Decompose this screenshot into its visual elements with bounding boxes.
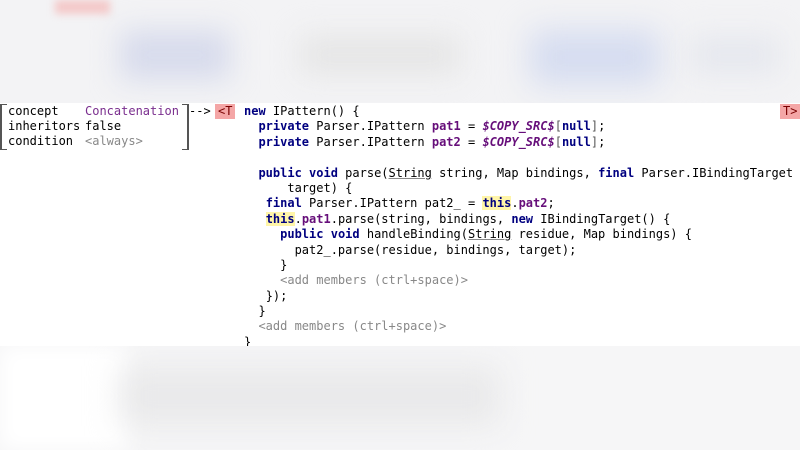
code-text: .parse(string, bindings, [330,211,512,226]
this-keyword: this [482,196,512,211]
condition-value[interactable]: <always> [85,134,143,148]
code-text: }); [265,288,288,303]
keyword: void [330,227,360,242]
keyword: new [244,104,266,118]
code-text: Parser.IPattern [309,119,432,134]
field-name: pat1 [431,119,461,134]
concept-value[interactable]: Concatenation [85,104,179,118]
field-name: pat2 [431,134,461,149]
concept-properties-panel: concept Concatenation inheritors false con… [0,104,189,150]
bracket: [ [554,119,562,134]
keyword: private [258,134,310,149]
code-line: new IPattern() { [244,104,784,119]
code-text: ; [598,119,606,134]
concept-key: concept [8,104,59,118]
code-text: string, Map bindings, [431,165,599,180]
code-line: private Parser.IPattern pat2 = $COPY_SRC… [244,135,784,150]
code-text: ; [598,134,606,149]
code-text: Parser.IPattern pat2_ = [301,196,483,211]
blurred-background-bottom [0,346,800,450]
template-open-marker[interactable]: <T [215,104,236,119]
copy-src-macro[interactable]: $COPY_SRC$ [482,119,554,133]
bracket: ] [590,134,599,149]
code-text: = [460,134,483,149]
type-name: String [468,227,512,242]
code-text: residue, Map bindings) { [511,227,692,242]
copy-src-macro[interactable]: $COPY_SRC$ [482,135,554,149]
code-text: } [258,304,266,319]
code-line: } [244,258,784,273]
code-editor[interactable]: new IPattern() { private Parser.IPattern… [244,104,793,350]
code-line: public void parse(String string, Map bin… [244,165,793,181]
code-line: final Parser.IPattern pat2_ = this.pat2; [244,196,784,211]
code-line: <add members (ctrl+space)> [244,273,784,288]
code-text: ; [547,196,555,211]
code-text: } [280,257,288,272]
condition-key: condition [8,134,74,148]
keyword: final [265,196,302,211]
code-text: . [511,196,519,211]
condition-row: condition <always> [8,134,143,149]
keyword: public [280,227,324,242]
code-line: target) { [244,181,784,196]
add-members-hint[interactable]: <add members (ctrl+space)> [258,319,446,333]
bracket: [ [554,134,562,149]
code-text: handleBinding( [359,227,468,242]
inheritors-value[interactable]: false [85,119,121,133]
code-text: target) { [287,180,353,195]
keyword: public [258,165,302,180]
keyword: null [561,134,591,149]
keyword: void [309,165,338,180]
code-text: . [294,211,302,226]
mapping-arrow: --> [189,104,211,118]
inheritors-row: inheritors false [8,119,121,134]
code-text: IPattern() { [265,104,360,118]
bracket: ] [590,119,599,134]
keyword: final [598,165,635,180]
inheritors-key: inheritors [8,119,81,133]
keyword: private [258,119,310,134]
code-text: pat2_.parse(residue, bindings, target); [294,242,577,257]
code-text: = [460,119,483,134]
code-line: private Parser.IPattern pat1 = $COPY_SRC… [244,119,784,134]
code-line: } [244,304,784,319]
field-name: pat2 [518,196,548,211]
code-line: pat2_.parse(residue, bindings, target); [244,243,784,258]
field-name: pat1 [301,211,331,226]
code-text: Parser.IPattern [309,134,432,149]
code-text: IBindingTarget() { [533,211,671,226]
code-line: <add members (ctrl+space)> [244,319,784,334]
this-keyword: this [265,211,295,226]
keyword: null [561,119,591,134]
add-members-hint[interactable]: <add members (ctrl+space)> [280,273,468,287]
keyword: new [511,211,534,226]
blurred-background-top [0,0,800,103]
type-name: String [388,165,432,180]
code-text: Parser.IBindingTarget [634,165,794,180]
code-text: parse( [337,165,389,180]
code-line: this.pat1.parse(string, bindings, new IB… [244,211,784,227]
code-line: }); [244,289,784,304]
code-line: public void handleBinding(String residue… [244,227,784,242]
concept-row: concept Concatenation [8,104,179,119]
